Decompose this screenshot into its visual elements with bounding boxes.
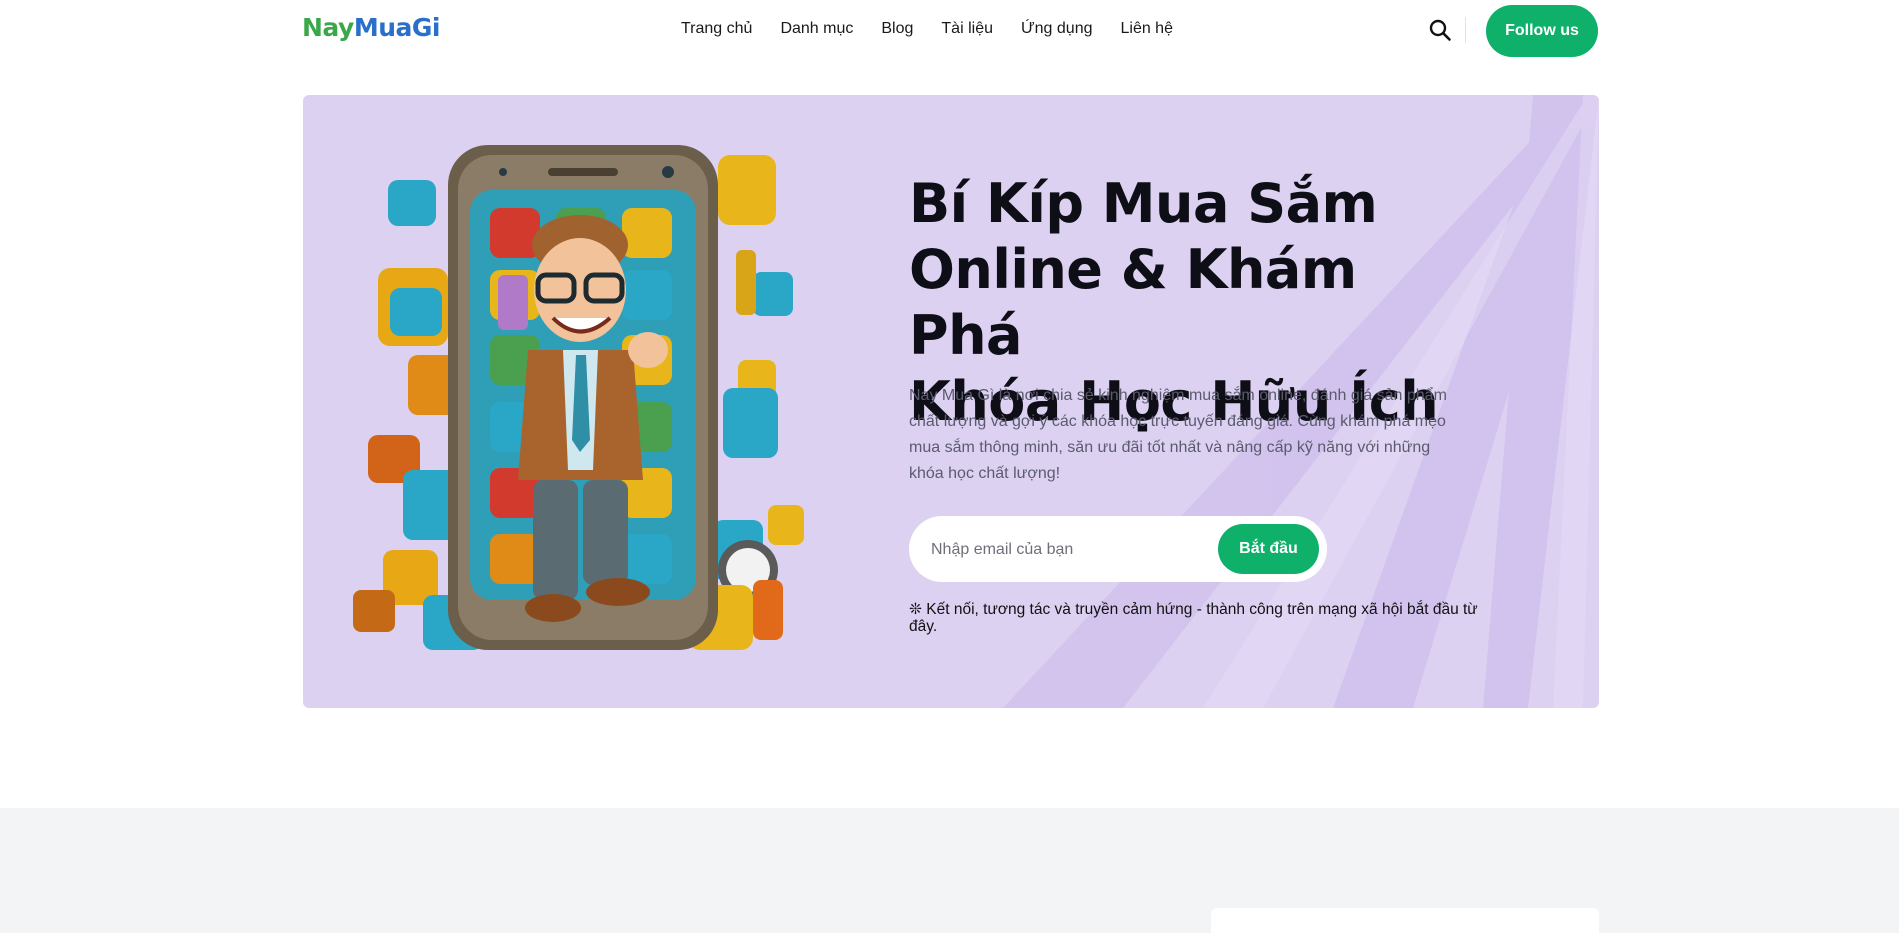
logo-part-1: Nay [302, 13, 354, 42]
nav-item-blog[interactable]: Blog [881, 20, 913, 38]
content-section [0, 808, 1899, 948]
logo[interactable]: NayMuaGi [302, 13, 440, 42]
hero-note: ❊ Kết nối, tương tác và truyền cảm hứng … [909, 601, 1478, 635]
nav-item-contact[interactable]: Liên hệ [1120, 20, 1173, 38]
hero-title-line-1: Bí Kíp Mua Sắm [909, 172, 1378, 235]
site-header: NayMuaGi Trang chủ Danh mục Blog Tài liệ… [0, 0, 1899, 62]
phone-character-illustration [353, 145, 804, 650]
search-icon[interactable] [1428, 18, 1452, 42]
nav-item-categories[interactable]: Danh mục [780, 20, 853, 38]
email-input[interactable] [929, 529, 1213, 571]
email-signup-form: Bắt đầu [909, 516, 1327, 582]
nav-item-apps[interactable]: Ứng dụng [1021, 20, 1093, 38]
main-nav: Trang chủ Danh mục Blog Tài liệu Ứng dụn… [681, 20, 1173, 38]
start-button[interactable]: Bắt đầu [1218, 524, 1319, 574]
follow-us-button[interactable]: Follow us [1486, 5, 1598, 57]
header-divider [1465, 17, 1466, 43]
sidebar-card [1211, 908, 1599, 948]
hero-banner: Bí Kíp Mua Sắm Online & Khám Phá Khóa Họ… [303, 95, 1599, 708]
nav-item-home[interactable]: Trang chủ [681, 20, 752, 38]
hero-description: Nay Mua Gì là nơi chia sẻ kinh nghiệm mu… [909, 387, 1447, 482]
hero-title-line-2: Online & Khám Phá [909, 238, 1357, 367]
nav-item-documents[interactable]: Tài liệu [941, 20, 993, 38]
logo-part-2: MuaGi [353, 13, 441, 42]
